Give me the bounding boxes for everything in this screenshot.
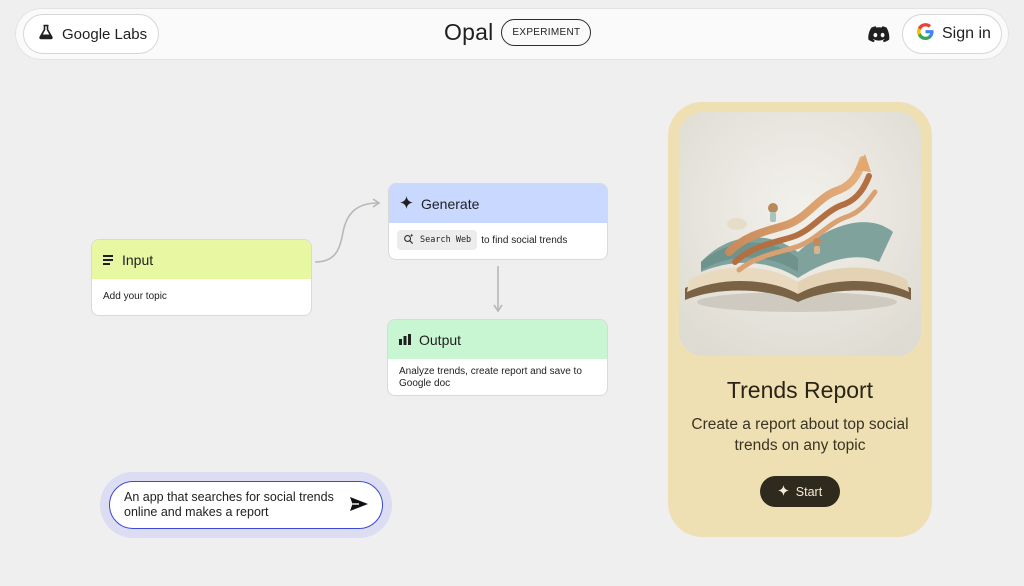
prompt-container: An app that searches for social trends o… xyxy=(100,472,392,538)
app-title: Opal xyxy=(444,19,494,45)
template-card[interactable]: Trends Report Create a report about top … xyxy=(668,102,932,537)
output-node[interactable]: Output Analyze trends, create report and… xyxy=(387,319,608,396)
search-web-chip[interactable]: Search Web xyxy=(397,230,478,250)
sparkle-icon xyxy=(400,195,413,212)
brand: Opal EXPERIMENT xyxy=(444,19,592,46)
sparkle-icon xyxy=(777,484,789,499)
input-node-body: Add your topic xyxy=(103,291,167,302)
output-node-title: Output xyxy=(419,331,462,348)
sign-in-button[interactable]: Sign in xyxy=(902,14,1002,54)
template-card-image xyxy=(679,112,921,356)
send-icon xyxy=(350,497,368,515)
google-labs-button[interactable]: Google Labs xyxy=(23,14,159,54)
input-node-header: Input xyxy=(92,240,311,279)
flask-icon xyxy=(38,24,54,45)
output-node-body: Analyze trends, create report and save t… xyxy=(399,366,582,389)
connector-arrowhead-output xyxy=(493,304,503,313)
generate-node[interactable]: Generate Search Web to find social trend… xyxy=(388,183,608,260)
google-g-icon xyxy=(917,23,934,45)
prompt-text: An app that searches for social trends o… xyxy=(124,490,334,519)
template-card-title: Trends Report xyxy=(726,377,874,403)
connector-arrowhead-generate xyxy=(372,198,381,208)
google-labs-label: Google Labs xyxy=(62,25,148,43)
input-node[interactable]: Input Add your topic xyxy=(91,239,312,316)
experiment-badge: EXPERIMENT xyxy=(501,19,592,46)
generate-node-text: to find social trends xyxy=(481,234,568,246)
search-sparkle-icon xyxy=(403,233,414,247)
text-lines-icon xyxy=(103,252,114,268)
top-bar: Google Labs Opal EXPERIMENT Sign in xyxy=(15,8,1009,60)
bar-chart-icon xyxy=(399,332,411,348)
search-web-chip-label: Search Web xyxy=(420,235,472,245)
prompt-input[interactable]: An app that searches for social trends o… xyxy=(109,481,383,529)
sign-in-label: Sign in xyxy=(942,25,991,42)
discord-icon[interactable] xyxy=(868,23,890,45)
generate-node-title: Generate xyxy=(421,195,480,212)
start-button[interactable]: Start xyxy=(760,476,840,507)
output-node-header: Output xyxy=(388,320,607,359)
connector-input-generate xyxy=(314,202,379,263)
generate-node-header: Generate xyxy=(389,184,607,223)
generate-node-body: Search Web to find social trends xyxy=(389,223,607,257)
input-node-title: Input xyxy=(122,251,154,268)
start-button-label: Start xyxy=(795,484,823,499)
template-card-description: Create a report about top social trends … xyxy=(691,416,909,454)
send-button[interactable] xyxy=(348,495,370,517)
